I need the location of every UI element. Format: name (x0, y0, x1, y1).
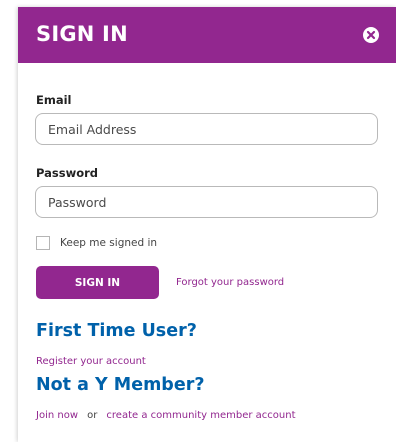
remember-me-row: Keep me signed in (36, 236, 157, 250)
first-time-user-heading: First Time User? (36, 321, 197, 341)
password-input[interactable] (35, 186, 378, 218)
join-line: Join now or create a community member ac… (36, 403, 295, 422)
password-label: Password (36, 166, 98, 180)
close-button[interactable] (363, 27, 379, 43)
register-account-link[interactable]: Register your account (36, 356, 146, 367)
signin-button[interactable]: SIGN IN (36, 266, 159, 299)
not-member-heading: Not a Y Member? (36, 375, 205, 395)
community-member-link[interactable]: create a community member account (106, 410, 295, 421)
forgot-password-link[interactable]: Forgot your password (176, 277, 284, 288)
or-text: or (87, 410, 98, 421)
remember-me-label: Keep me signed in (60, 237, 158, 249)
email-label: Email (36, 93, 72, 107)
email-input[interactable] (35, 113, 378, 145)
modal-header: SIGN IN (18, 7, 396, 63)
register-line: Register your account (36, 349, 150, 368)
close-icon (366, 30, 376, 40)
remember-me-checkbox[interactable] (36, 236, 50, 250)
signin-modal: SIGN IN Email Password Keep me signed in… (18, 7, 396, 442)
join-now-link[interactable]: Join now (36, 410, 78, 421)
modal-title: SIGN IN (36, 22, 128, 46)
